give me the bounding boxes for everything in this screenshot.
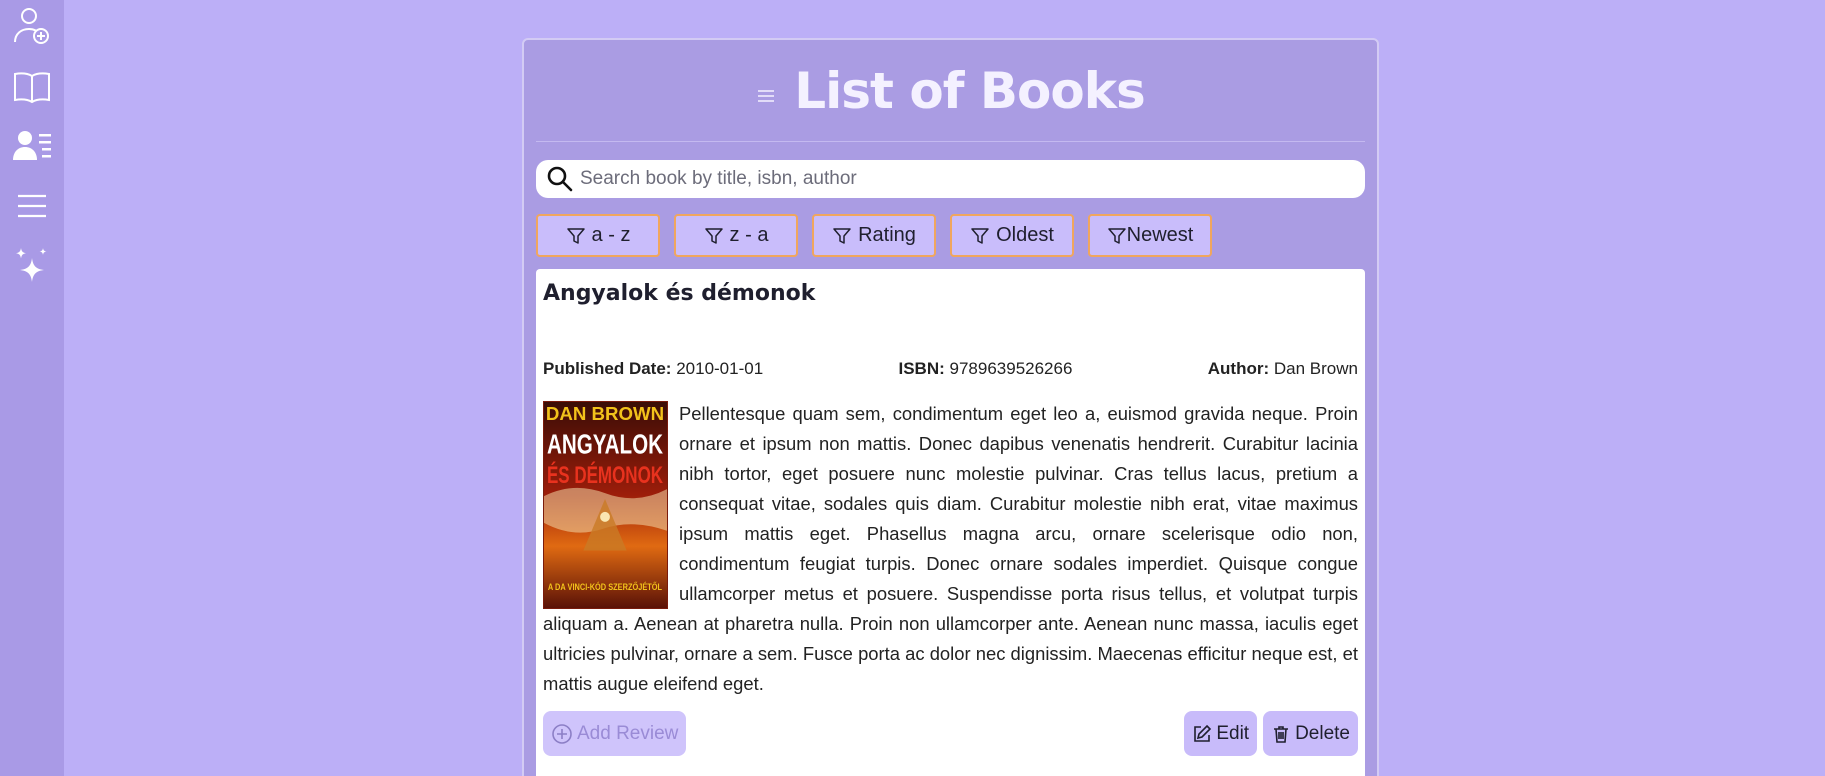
- edit-label: Edit: [1216, 722, 1250, 744]
- search-icon: [547, 166, 573, 192]
- author: Author: Dan Brown: [1208, 359, 1358, 379]
- isbn: ISBN: 9789639526266: [899, 359, 1073, 379]
- page-title: List of Books: [794, 61, 1145, 120]
- menu-button[interactable]: [10, 184, 54, 228]
- funnel-icon: [566, 227, 585, 244]
- book-description-block: DAN BROWN ANGYALOK ÉS DÉMONOK A DA VINCI…: [543, 399, 1358, 699]
- filter-bar: a - z z - a Rating Oldest Newest: [536, 214, 1365, 257]
- add-user-button[interactable]: [10, 4, 54, 48]
- cover-author-text: DAN BROWN: [546, 403, 664, 424]
- funnel-icon: [1107, 227, 1126, 244]
- book-open-icon: [14, 72, 50, 104]
- books-button[interactable]: [10, 64, 54, 108]
- funnel-icon: [833, 227, 851, 244]
- published-date-label: Published Date:: [543, 359, 672, 378]
- cover-tagline: A DA VINCI-KÓD SZERZŐJÉTŐL: [548, 581, 663, 592]
- funnel-icon: [704, 227, 723, 244]
- filter-label: Newest: [1126, 224, 1194, 246]
- delete-button[interactable]: Delete: [1263, 711, 1358, 756]
- hamburger-menu-icon: [18, 194, 46, 218]
- page-header: List of Books: [536, 40, 1365, 142]
- plus-circle-icon: [552, 723, 572, 744]
- edit-button[interactable]: Edit: [1184, 711, 1258, 756]
- funnel-icon: [971, 227, 989, 244]
- edit-icon: [1194, 724, 1212, 742]
- published-date-value: 2010-01-01: [676, 359, 764, 378]
- filter-newest-button[interactable]: Newest: [1088, 214, 1212, 257]
- book-cover-image: DAN BROWN ANGYALOK ÉS DÉMONOK A DA VINCI…: [543, 401, 668, 609]
- add-review-label: Add Review: [577, 722, 679, 744]
- hamburger-menu-icon[interactable]: [756, 86, 776, 106]
- filter-oldest-button[interactable]: Oldest: [950, 214, 1074, 257]
- user-list-button[interactable]: [10, 124, 54, 168]
- isbn-label: ISBN:: [898, 359, 945, 378]
- filter-z-a-button[interactable]: z - a: [674, 214, 798, 257]
- isbn-value: 9789639526266: [949, 359, 1073, 378]
- add-review-button[interactable]: Add Review: [543, 711, 687, 756]
- author-label: Author:: [1207, 359, 1270, 378]
- sparkles-icon: [16, 248, 47, 282]
- filter-label: a - z: [591, 224, 631, 246]
- delete-label: Delete: [1295, 722, 1350, 744]
- trash-icon: [1274, 725, 1289, 743]
- book-list-panel: List of Books a - z z - a Rating Oldest …: [522, 38, 1379, 776]
- book-title: Angyalok és démonok: [543, 281, 816, 306]
- filter-a-z-button[interactable]: a - z: [536, 214, 660, 257]
- sidebar: [0, 0, 64, 776]
- filter-label: z - a: [729, 224, 769, 246]
- add-user-icon: [14, 8, 49, 44]
- published-date: Published Date: 2010-01-01: [543, 359, 763, 379]
- sparkles-button[interactable]: [10, 244, 54, 288]
- filter-rating-button[interactable]: Rating: [812, 214, 936, 257]
- book-card: Angyalok és démonok Published Date: 2010…: [536, 269, 1365, 776]
- cover-title-line2: ÉS DÉMONOK: [547, 461, 663, 489]
- cover-title-line1: ANGYALOK: [547, 428, 663, 459]
- book-meta: Published Date: 2010-01-01 ISBN: 9789639…: [543, 359, 1358, 379]
- search-bar: [536, 160, 1365, 198]
- book-actions: Add Review Edit Delete: [543, 711, 1358, 756]
- filter-label: Oldest: [996, 224, 1054, 246]
- user-list-icon: [13, 131, 51, 160]
- search-input[interactable]: [580, 162, 1365, 196]
- author-value: Dan Brown: [1273, 359, 1358, 378]
- filter-label: Rating: [858, 224, 916, 246]
